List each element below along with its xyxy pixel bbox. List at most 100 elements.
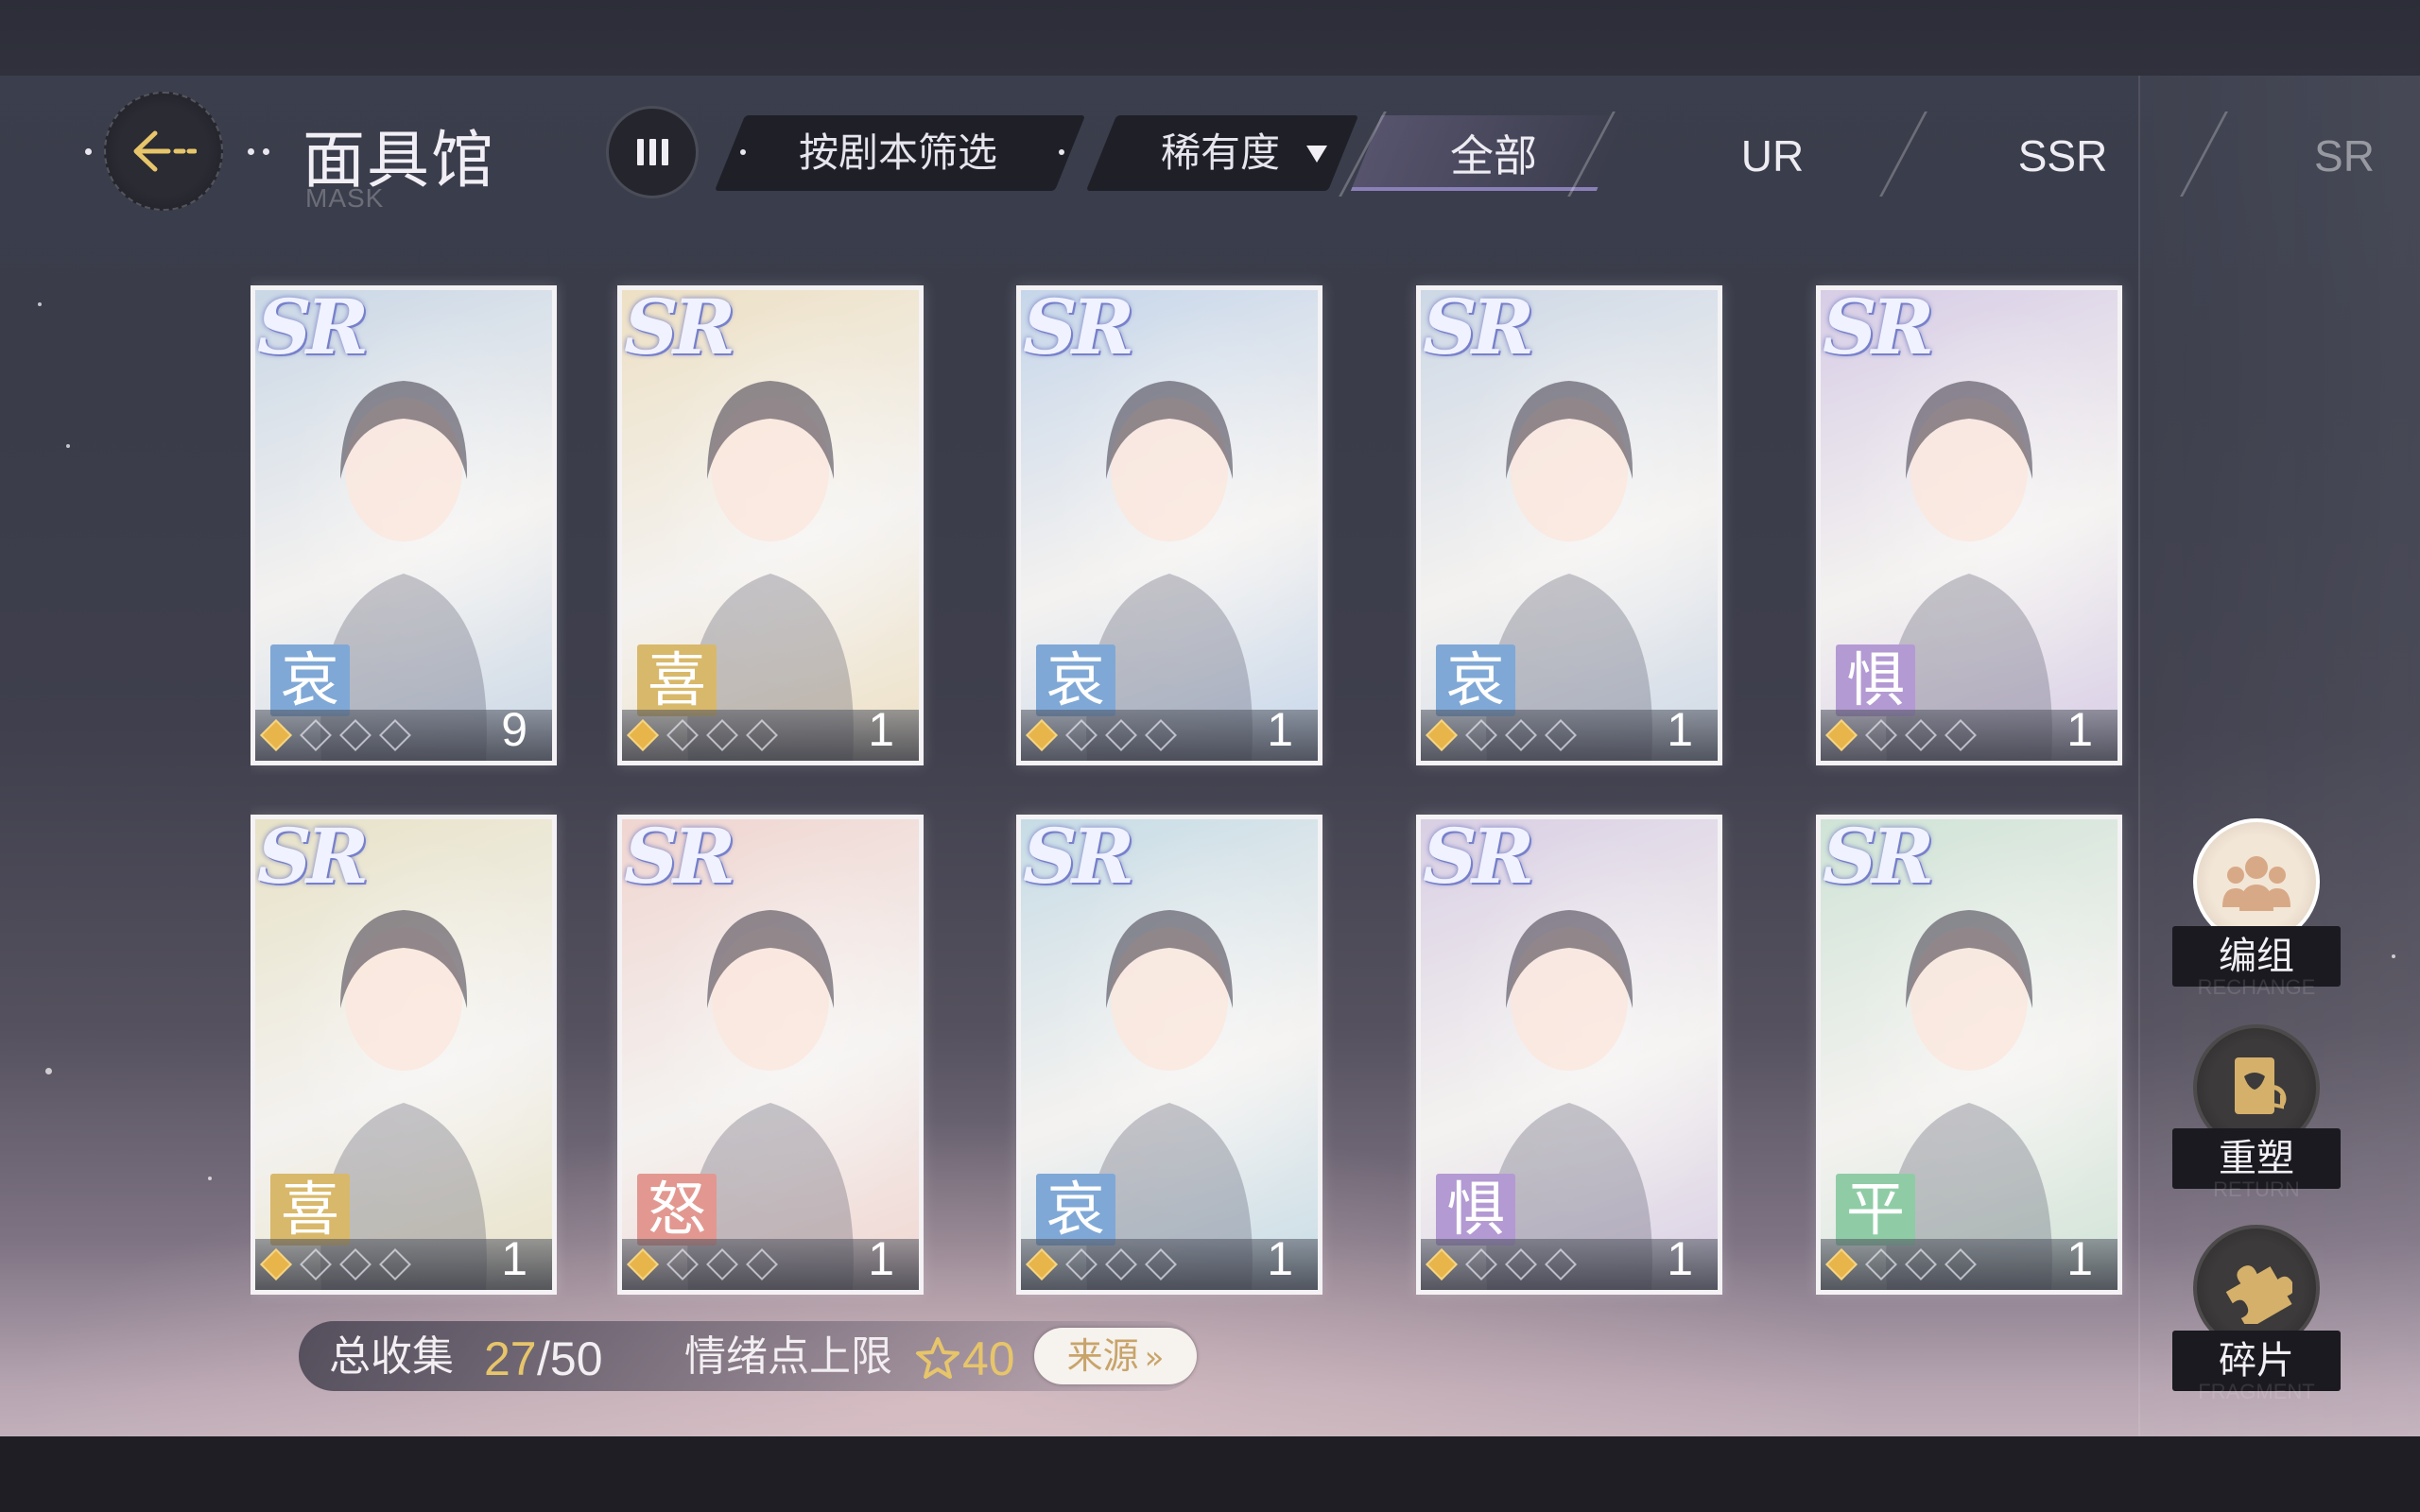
- star-filled-icon: [1825, 719, 1858, 751]
- mask-star-rating: [260, 719, 424, 751]
- mask-card-footer: 1: [1421, 1232, 1718, 1290]
- mask-card[interactable]: SR 惧 1: [1407, 805, 1732, 1304]
- mask-star-rating: [1026, 719, 1189, 751]
- mask-count: 1: [1267, 703, 1293, 756]
- mask-card-frame: SR 平 1: [1816, 815, 2122, 1295]
- mask-card-footer: 1: [1021, 703, 1318, 761]
- star-empty-icon: [1065, 1248, 1098, 1280]
- mask-card-footer: 1: [1021, 1232, 1318, 1290]
- mask-card[interactable]: SR 惧 1: [1806, 276, 2132, 775]
- star-empty-icon: [1905, 1248, 1937, 1280]
- mask-card-footer: 1: [1821, 703, 2118, 761]
- remold-icon: [2235, 1057, 2287, 1114]
- mask-emotion-badge: 哀: [1036, 644, 1115, 716]
- mask-emotion-badge: 怒: [637, 1174, 717, 1246]
- mask-rarity-label: SR: [257, 285, 369, 371]
- mask-card[interactable]: SR 哀 9: [251, 276, 566, 775]
- mask-emotion-badge: 惧: [1436, 1174, 1515, 1246]
- mask-star-rating: [1825, 719, 1989, 751]
- star-empty-icon: [300, 1248, 332, 1280]
- mask-rarity-label: SR: [257, 815, 369, 901]
- star-empty-icon: [1105, 719, 1137, 751]
- star-empty-icon: [706, 719, 738, 751]
- mask-card-footer: 1: [1821, 1232, 2118, 1290]
- star-empty-icon: [1465, 719, 1497, 751]
- mask-card-footer: 1: [622, 1232, 919, 1290]
- star-empty-icon: [666, 719, 699, 751]
- mask-emotion-badge: 惧: [1836, 644, 1915, 716]
- source-button[interactable]: 来源»: [1034, 1328, 1197, 1384]
- mask-rarity-label: SR: [1023, 285, 1134, 371]
- mask-count: 1: [868, 1232, 894, 1285]
- star-empty-icon: [746, 1248, 778, 1280]
- mask-card-frame: SR 喜 1: [617, 285, 924, 765]
- mask-emotion-badge: 喜: [637, 644, 717, 716]
- star-filled-icon: [260, 719, 292, 751]
- fragment-sublabel: FRAGMENT: [2198, 1380, 2315, 1403]
- mask-card[interactable]: SR 怒 1: [608, 805, 933, 1304]
- mask-star-rating: [260, 1248, 424, 1280]
- star-empty-icon: [1945, 1248, 1977, 1280]
- mask-rarity-label: SR: [1823, 815, 1934, 901]
- mask-count: 9: [501, 703, 527, 756]
- mask-card[interactable]: SR 喜 1: [608, 276, 933, 775]
- mask-emotion-badge: 哀: [270, 644, 350, 716]
- star-empty-icon: [1545, 1248, 1577, 1280]
- star-filled-icon: [1825, 1248, 1858, 1280]
- star-empty-icon: [746, 719, 778, 751]
- mask-card-frame: SR 惧 1: [1816, 285, 2122, 765]
- star-empty-icon: [300, 719, 332, 751]
- team-sublabel: RECHANGE: [2197, 975, 2316, 999]
- star-empty-icon: [1945, 719, 1977, 751]
- mask-card[interactable]: SR 哀 1: [1007, 276, 1332, 775]
- emotion-cap-label: 情绪点上限: [684, 1332, 892, 1381]
- star-filled-icon: [1026, 1248, 1058, 1280]
- mask-card[interactable]: SR 平 1: [1806, 805, 2132, 1304]
- star-filled-icon: [627, 719, 659, 751]
- star-filled-icon: [1426, 719, 1458, 751]
- mask-star-rating: [1426, 719, 1589, 751]
- puzzle-icon: [2225, 1265, 2292, 1324]
- star-empty-icon: [1065, 719, 1098, 751]
- mask-card-frame: SR 哀 1: [1016, 285, 1322, 765]
- collection-label: 总收集: [329, 1332, 454, 1381]
- star-empty-icon: [379, 1248, 411, 1280]
- star-empty-icon: [1465, 1248, 1497, 1280]
- mask-rarity-label: SR: [624, 285, 735, 371]
- mask-rarity-label: SR: [624, 815, 735, 901]
- mask-rarity-label: SR: [1423, 285, 1534, 371]
- mask-count: 1: [501, 1232, 527, 1285]
- mask-emotion-badge: 哀: [1436, 644, 1515, 716]
- mask-count: 1: [1667, 1232, 1693, 1285]
- star-empty-icon: [1145, 1248, 1177, 1280]
- mask-star-rating: [627, 1248, 790, 1280]
- mask-card-footer: 1: [255, 1232, 552, 1290]
- star-empty-icon: [1505, 719, 1537, 751]
- mask-card[interactable]: SR 喜 1: [251, 805, 566, 1304]
- star-empty-icon: [339, 1248, 372, 1280]
- mask-count: 1: [1667, 703, 1693, 756]
- mask-card[interactable]: SR 哀 1: [1007, 805, 1332, 1304]
- mask-star-rating: [1426, 1248, 1589, 1280]
- double-chevron-right-icon: »: [1144, 1339, 1165, 1377]
- star-empty-icon: [379, 719, 411, 751]
- mask-star-rating: [627, 719, 790, 751]
- mask-rarity-label: SR: [1823, 285, 1934, 371]
- star-empty-icon: [339, 719, 372, 751]
- mask-count: 1: [2066, 703, 2093, 756]
- game-screen: 面具馆 MASK 按剧本筛选 稀有度 全部 UR SSR SR SR 哀 9 SR 喜 1…: [0, 0, 2420, 1512]
- mask-card-frame: SR 喜 1: [251, 815, 557, 1295]
- mask-count: 1: [868, 703, 894, 756]
- mask-emotion-badge: 哀: [1036, 1174, 1115, 1246]
- mask-card-footer: 1: [622, 703, 919, 761]
- mask-count: 1: [2066, 1232, 2093, 1285]
- star-filled-icon: [1026, 719, 1058, 751]
- mask-card-footer: 1: [1421, 703, 1718, 761]
- mask-rarity-label: SR: [1423, 815, 1534, 901]
- mask-emotion-badge: 喜: [270, 1174, 350, 1246]
- collection-current: 27: [484, 1332, 537, 1385]
- mask-count: 1: [1267, 1232, 1293, 1285]
- mask-card[interactable]: SR 哀 1: [1407, 276, 1732, 775]
- emotion-cap-value: 40: [962, 1332, 1015, 1385]
- mask-card-frame: SR 惧 1: [1416, 815, 1722, 1295]
